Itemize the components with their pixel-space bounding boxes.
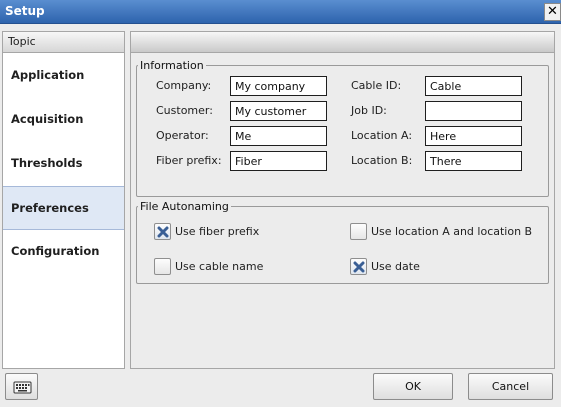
close-button[interactable]: ✕	[544, 3, 561, 21]
information-legend: Information	[140, 59, 204, 72]
fiber-prefix-label: Fiber prefix:	[156, 154, 222, 167]
cancel-button[interactable]: Cancel	[468, 373, 553, 400]
fiber-prefix-field[interactable]: Fiber	[230, 151, 327, 171]
use-fiber-prefix-checkbox[interactable]: Use fiber prefix	[154, 223, 259, 240]
topic-sidebar: Topic Application Acquisition Thresholds…	[2, 31, 125, 369]
bottom-bar: OK Cancel	[0, 369, 561, 407]
job-id-field[interactable]	[425, 101, 522, 121]
check-x-icon	[157, 226, 169, 238]
cable-id-label: Cable ID:	[351, 79, 402, 92]
company-field[interactable]: My company	[230, 76, 327, 96]
use-location-checkbox[interactable]: Use location A and location B	[350, 223, 532, 240]
window-title: Setup	[5, 4, 45, 18]
sidebar-item-label: Configuration	[11, 244, 100, 258]
file-autonaming-legend: File Autonaming	[140, 200, 229, 213]
checkbox-box	[154, 258, 171, 275]
cancel-label: Cancel	[491, 380, 530, 393]
customer-label: Customer:	[156, 104, 213, 117]
sidebar-item-application[interactable]: Application	[3, 54, 124, 98]
keyboard-button[interactable]	[5, 373, 38, 400]
panel-header	[131, 32, 554, 53]
cable-id-field[interactable]: Cable	[425, 76, 522, 96]
location-b-field[interactable]: There	[425, 151, 522, 171]
use-fiber-prefix-label: Use fiber prefix	[175, 225, 260, 238]
use-cable-name-checkbox[interactable]: Use cable name	[154, 258, 263, 275]
checkbox-box	[154, 223, 171, 240]
company-label: Company:	[156, 79, 212, 92]
keyboard-icon	[13, 381, 32, 394]
ok-label: OK	[405, 380, 421, 393]
file-autonaming-group: File Autonaming Use fiber prefix Use loc…	[136, 200, 549, 284]
job-id-label: Job ID:	[351, 104, 387, 117]
sidebar-item-label: Thresholds	[11, 156, 83, 170]
check-x-icon	[353, 261, 365, 273]
sidebar-item-label: Preferences	[11, 201, 89, 215]
checkbox-box	[350, 223, 367, 240]
ok-button[interactable]: OK	[373, 373, 453, 400]
operator-label: Operator:	[156, 129, 209, 142]
use-cable-name-label: Use cable name	[175, 260, 264, 273]
title-bar: Setup ✕	[0, 0, 561, 24]
use-date-checkbox[interactable]: Use date	[350, 258, 420, 275]
sidebar-item-label: Acquisition	[11, 112, 84, 126]
use-date-label: Use date	[371, 260, 420, 273]
customer-field[interactable]: My customer	[230, 101, 327, 121]
location-a-label: Location A:	[351, 129, 413, 142]
location-a-field[interactable]: Here	[425, 126, 522, 146]
sidebar-item-label: Application	[11, 68, 85, 82]
operator-field[interactable]: Me	[230, 126, 327, 146]
preferences-panel: Information Company: My company Customer…	[130, 31, 555, 369]
use-location-label: Use location A and location B	[371, 225, 533, 238]
sidebar-item-preferences[interactable]: Preferences	[3, 186, 124, 230]
sidebar-item-thresholds[interactable]: Thresholds	[3, 142, 124, 186]
close-icon: ✕	[547, 4, 558, 19]
sidebar-item-acquisition[interactable]: Acquisition	[3, 98, 124, 142]
sidebar-header: Topic	[3, 32, 124, 53]
location-b-label: Location B:	[351, 154, 413, 167]
sidebar-item-configuration[interactable]: Configuration	[3, 230, 124, 274]
information-group: Information Company: My company Customer…	[136, 59, 549, 197]
checkbox-box	[350, 258, 367, 275]
